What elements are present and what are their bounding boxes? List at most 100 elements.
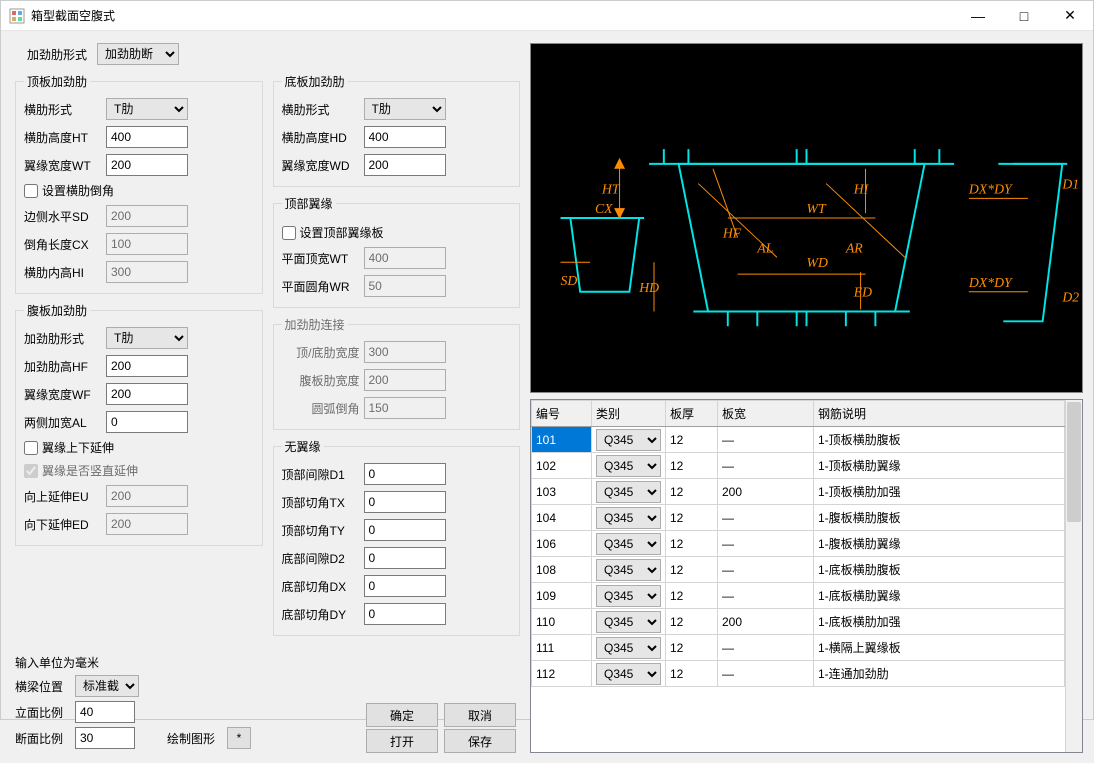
cell-desc[interactable]: 1-顶板横肋加强 <box>814 479 1065 505</box>
cell-thick[interactable]: 12 <box>666 557 718 583</box>
al-input[interactable] <box>106 411 188 433</box>
th-thick[interactable]: 板厚 <box>666 401 718 427</box>
draw-button[interactable]: * <box>227 727 251 749</box>
grid-scrollbar[interactable] <box>1065 400 1082 752</box>
cell-desc[interactable]: 1-顶板横肋翼缘 <box>814 453 1065 479</box>
cell-id[interactable]: 106 <box>532 531 592 557</box>
wf-input[interactable] <box>106 383 188 405</box>
bot-form-select[interactable]: T肋 <box>364 98 446 120</box>
cell-id[interactable]: 112 <box>532 661 592 687</box>
cell-id[interactable]: 102 <box>532 453 592 479</box>
cell-thick[interactable]: 12 <box>666 453 718 479</box>
cell-id[interactable]: 103 <box>532 479 592 505</box>
stiffener-type-select[interactable]: 加劲肋断 <box>97 43 179 65</box>
dy-input[interactable] <box>364 603 446 625</box>
dx-input[interactable] <box>364 575 446 597</box>
cell-thick[interactable]: 12 <box>666 635 718 661</box>
cell-cat[interactable]: Q345 <box>592 427 666 453</box>
table-row[interactable]: 110Q345122001-底板横肋加强 <box>532 609 1065 635</box>
cat-select[interactable]: Q345 <box>596 533 661 555</box>
cell-id[interactable]: 109 <box>532 583 592 609</box>
cell-cat[interactable]: Q345 <box>592 505 666 531</box>
cell-cat[interactable]: Q345 <box>592 557 666 583</box>
cell-desc[interactable]: 1-腹板横肋翼缘 <box>814 531 1065 557</box>
cell-cat[interactable]: Q345 <box>592 479 666 505</box>
cell-thick[interactable]: 12 <box>666 531 718 557</box>
cell-desc[interactable]: 1-底板横肋翼缘 <box>814 583 1065 609</box>
cat-select[interactable]: Q345 <box>596 611 661 633</box>
cat-select[interactable]: Q345 <box>596 429 661 451</box>
cell-id[interactable]: 111 <box>532 635 592 661</box>
cell-width[interactable]: — <box>718 583 814 609</box>
table-row[interactable]: 102Q34512—1-顶板横肋翼缘 <box>532 453 1065 479</box>
cell-thick[interactable]: 12 <box>666 479 718 505</box>
cell-desc[interactable]: 1-顶板横肋腹板 <box>814 427 1065 453</box>
cat-select[interactable]: Q345 <box>596 637 661 659</box>
sec-input[interactable] <box>75 727 135 749</box>
open-button[interactable]: 打开 <box>366 729 438 753</box>
cancel-button[interactable]: 取消 <box>444 703 516 727</box>
table-row[interactable]: 112Q34512—1-连通加劲肋 <box>532 661 1065 687</box>
top-flange-checkbox[interactable] <box>282 226 296 240</box>
table-row[interactable]: 104Q34512—1-腹板横肋腹板 <box>532 505 1065 531</box>
table-row[interactable]: 101Q34512—1-顶板横肋腹板 <box>532 427 1065 453</box>
table-row[interactable]: 103Q345122001-顶板横肋加强 <box>532 479 1065 505</box>
save-button[interactable]: 保存 <box>444 729 516 753</box>
cell-cat[interactable]: Q345 <box>592 609 666 635</box>
pos-select[interactable]: 标准截 <box>75 675 139 697</box>
cell-thick[interactable]: 12 <box>666 661 718 687</box>
cell-width[interactable]: 200 <box>718 479 814 505</box>
close-button[interactable]: ✕ <box>1047 1 1093 31</box>
wt-input[interactable] <box>106 154 188 176</box>
table-row[interactable]: 106Q34512—1-腹板横肋翼缘 <box>532 531 1065 557</box>
cell-thick[interactable]: 12 <box>666 427 718 453</box>
th-cat[interactable]: 类别 <box>592 401 666 427</box>
cell-thick[interactable]: 12 <box>666 583 718 609</box>
cell-width[interactable]: — <box>718 427 814 453</box>
cell-desc[interactable]: 1-底板横肋腹板 <box>814 557 1065 583</box>
cell-cat[interactable]: Q345 <box>592 635 666 661</box>
cat-select[interactable]: Q345 <box>596 507 661 529</box>
cell-desc[interactable]: 1-底板横肋加强 <box>814 609 1065 635</box>
cell-width[interactable]: — <box>718 453 814 479</box>
cell-cat[interactable]: Q345 <box>592 661 666 687</box>
cell-id[interactable]: 104 <box>532 505 592 531</box>
cell-width[interactable]: 200 <box>718 609 814 635</box>
hd-input[interactable] <box>364 126 446 148</box>
cat-select[interactable]: Q345 <box>596 559 661 581</box>
cell-cat[interactable]: Q345 <box>592 453 666 479</box>
ty-input[interactable] <box>364 519 446 541</box>
cell-id[interactable]: 108 <box>532 557 592 583</box>
th-desc[interactable]: 钢筋说明 <box>814 401 1065 427</box>
cell-id[interactable]: 110 <box>532 609 592 635</box>
cell-width[interactable]: — <box>718 557 814 583</box>
cat-select[interactable]: Q345 <box>596 455 661 477</box>
d1-input[interactable] <box>364 463 446 485</box>
cell-cat[interactable]: Q345 <box>592 583 666 609</box>
wd-input[interactable] <box>364 154 446 176</box>
table-row[interactable]: 108Q34512—1-底板横肋腹板 <box>532 557 1065 583</box>
cell-desc[interactable]: 1-横隔上翼缘板 <box>814 635 1065 661</box>
table-row[interactable]: 111Q34512—1-横隔上翼缘板 <box>532 635 1065 661</box>
ok-button[interactable]: 确定 <box>366 703 438 727</box>
cell-width[interactable]: — <box>718 635 814 661</box>
cell-desc[interactable]: 1-腹板横肋腹板 <box>814 505 1065 531</box>
ht-input[interactable] <box>106 126 188 148</box>
hf-input[interactable] <box>106 355 188 377</box>
th-width[interactable]: 板宽 <box>718 401 814 427</box>
maximize-button[interactable]: □ <box>1001 1 1047 31</box>
cell-cat[interactable]: Q345 <box>592 531 666 557</box>
chamfer-checkbox[interactable] <box>24 184 38 198</box>
minimize-button[interactable]: — <box>955 1 1001 31</box>
web-form-select[interactable]: T肋 <box>106 327 188 349</box>
table-row[interactable]: 109Q34512—1-底板横肋翼缘 <box>532 583 1065 609</box>
cell-desc[interactable]: 1-连通加劲肋 <box>814 661 1065 687</box>
cell-id[interactable]: 101 <box>532 427 592 453</box>
cat-select[interactable]: Q345 <box>596 663 661 685</box>
data-grid[interactable]: 编号 类别 板厚 板宽 钢筋说明 101Q34512—1-顶板横肋腹板102Q3… <box>530 399 1083 753</box>
th-id[interactable]: 编号 <box>532 401 592 427</box>
top-form-select[interactable]: T肋 <box>106 98 188 120</box>
cat-select[interactable]: Q345 <box>596 585 661 607</box>
cell-thick[interactable]: 12 <box>666 609 718 635</box>
tx-input[interactable] <box>364 491 446 513</box>
